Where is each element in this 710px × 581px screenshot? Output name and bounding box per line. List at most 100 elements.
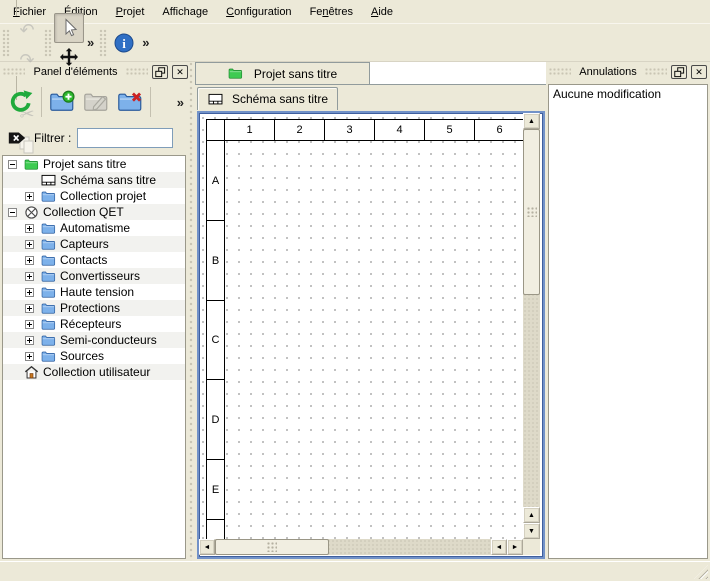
selection-icon bbox=[58, 17, 80, 39]
tree-item-label: Collection utilisateur bbox=[43, 365, 150, 379]
tree-expander-plus[interactable] bbox=[25, 272, 34, 281]
tree-expander-plus[interactable] bbox=[25, 304, 34, 313]
tree-expander-minus[interactable] bbox=[8, 208, 17, 217]
delete-category-button[interactable] bbox=[113, 85, 147, 119]
folder-icon bbox=[40, 188, 56, 204]
tree-item-capteurs[interactable]: Capteurs bbox=[3, 236, 185, 252]
qet-logo-icon bbox=[23, 204, 39, 220]
folder-icon bbox=[40, 220, 56, 236]
info-toolbar-drag-handle[interactable] bbox=[99, 29, 107, 57]
tree-expander-plus[interactable] bbox=[25, 192, 34, 201]
toolbar-separator bbox=[16, 0, 17, 16]
elements-panel-title: Panel d'éléments bbox=[29, 66, 121, 78]
tree-item-label: Collection QET bbox=[43, 205, 124, 219]
toolbar-separator bbox=[41, 87, 42, 117]
reload-collections-button[interactable] bbox=[4, 85, 38, 119]
scroll-left-button[interactable]: ◄ bbox=[199, 539, 215, 555]
dock-splitter[interactable] bbox=[187, 62, 195, 561]
tree-item-collection-qet[interactable]: Collection QET bbox=[3, 204, 185, 220]
close-panel-button[interactable]: ✕ bbox=[172, 65, 188, 79]
tree-item-semi-conducteurs[interactable]: Semi-conducteurs bbox=[3, 332, 185, 348]
tree-expander-plus[interactable] bbox=[25, 320, 34, 329]
panel-overflow-chevron-icon[interactable]: » bbox=[174, 95, 187, 110]
tools-toolbar-overflow-chevron-icon[interactable]: » bbox=[84, 35, 97, 50]
undo-panel-title: Annulations bbox=[575, 66, 641, 78]
menu-aide[interactable]: Aide bbox=[362, 2, 402, 22]
folder-icon bbox=[40, 316, 56, 332]
menu-configuration[interactable]: Configuration bbox=[217, 2, 300, 22]
info-toolbar-overflow-chevron-icon[interactable]: » bbox=[139, 35, 152, 50]
vertical-scroll-thumb[interactable] bbox=[523, 129, 540, 295]
refresh-icon bbox=[8, 89, 34, 115]
undo-button[interactable]: ↶ bbox=[12, 16, 42, 46]
tree-item-label: Convertisseurs bbox=[60, 269, 140, 283]
tree-expander-plus[interactable] bbox=[25, 336, 34, 345]
undo-history-item[interactable]: Aucune modification bbox=[549, 85, 707, 103]
tree-expander-plus[interactable] bbox=[25, 256, 34, 265]
tree-expander-plus[interactable] bbox=[25, 240, 34, 249]
tree-expander-plus[interactable] bbox=[25, 224, 34, 233]
close-panel-button[interactable]: ✕ bbox=[691, 65, 707, 79]
new-category-button[interactable] bbox=[45, 85, 79, 119]
elements-panel: Panel d'éléments ✕ » Filtrer : Projet sa… bbox=[0, 62, 191, 561]
undo-panel-titlebar[interactable]: Annulations ✕ bbox=[546, 62, 710, 82]
scroll-right-button[interactable]: ► bbox=[507, 539, 523, 555]
tools-toolbar-drag-handle[interactable] bbox=[44, 29, 52, 57]
schema-icon bbox=[40, 172, 56, 188]
tree-item-collection-utilisateur[interactable]: Collection utilisateur bbox=[3, 364, 185, 380]
tree-item-contacts[interactable]: Contacts bbox=[3, 252, 185, 268]
menu-bar: FichierÉditionProjetAffichageConfigurati… bbox=[0, 0, 710, 23]
elements-panel-titlebar[interactable]: Panel d'éléments ✕ bbox=[0, 62, 191, 82]
tree-item-re-cepteurs[interactable]: Récepteurs bbox=[3, 316, 185, 332]
info-blue-icon: i bbox=[113, 32, 135, 54]
toolbar: ↶↷✂✕↻i » i » bbox=[0, 23, 710, 62]
tree-item-label: Capteurs bbox=[60, 237, 109, 251]
toolbar-separator bbox=[150, 87, 151, 117]
folder-icon bbox=[40, 252, 56, 268]
float-panel-button[interactable] bbox=[671, 65, 687, 79]
tree-item-label: Haute tension bbox=[60, 285, 134, 299]
tree-item-label: Protections bbox=[60, 301, 120, 315]
menu-projet[interactable]: Projet bbox=[107, 2, 154, 22]
column-header-1: 1 bbox=[224, 119, 275, 141]
toolbar-drag-handle[interactable] bbox=[2, 29, 10, 57]
tree-item-haute-tension[interactable]: Haute tension bbox=[3, 284, 185, 300]
diagram-canvas[interactable]: 123456ABCDE bbox=[202, 116, 540, 554]
float-panel-button[interactable] bbox=[152, 65, 168, 79]
tree-item-collection-projet[interactable]: Collection projet bbox=[3, 188, 185, 204]
project-folder-icon bbox=[23, 156, 39, 172]
clear-filter-icon[interactable] bbox=[6, 127, 28, 149]
undo-history-list: Aucune modification bbox=[548, 84, 708, 559]
filter-input[interactable] bbox=[77, 128, 173, 148]
tree-expander-plus[interactable] bbox=[25, 352, 34, 361]
menu-fenetres[interactable]: Fenêtres bbox=[301, 2, 362, 22]
project-folder-icon bbox=[228, 66, 244, 82]
horizontal-scroll-thumb[interactable] bbox=[215, 539, 329, 555]
tree-expander-plus[interactable] bbox=[25, 288, 34, 297]
tree-expander-minus[interactable] bbox=[8, 160, 17, 169]
tree-item-label: Collection projet bbox=[60, 189, 146, 203]
window-resize-grip[interactable] bbox=[694, 565, 708, 579]
tree-item-sources[interactable]: Sources bbox=[3, 348, 185, 364]
scroll-down-button[interactable]: ▼ bbox=[523, 523, 540, 539]
tree-item-convertisseurs[interactable]: Convertisseurs bbox=[3, 268, 185, 284]
tree-item-label: Récepteurs bbox=[60, 317, 121, 331]
diagram-view: 123456ABCDE ▲ ▲ ▼ ◄ ◄ ► bbox=[197, 111, 545, 559]
tree-item-sche-ma-sans-titre[interactable]: Schéma sans titre bbox=[3, 172, 185, 188]
project-tab-bar: Projet sans titre bbox=[195, 62, 546, 85]
project-tab-label: Projet sans titre bbox=[254, 67, 337, 81]
folder-icon bbox=[40, 300, 56, 316]
tab-project[interactable]: Projet sans titre bbox=[195, 62, 370, 84]
menu-affichage[interactable]: Affichage bbox=[153, 2, 217, 22]
scroll-up-button-2[interactable]: ▲ bbox=[523, 507, 540, 523]
edit-category-button[interactable] bbox=[79, 85, 113, 119]
tree-item-projet-sans-titre[interactable]: Projet sans titre bbox=[3, 156, 185, 172]
scroll-left-button-2[interactable]: ◄ bbox=[491, 539, 507, 555]
project-properties-button[interactable]: i bbox=[109, 28, 139, 58]
tab-schema[interactable]: Schéma sans titre bbox=[197, 87, 338, 110]
dock-texture bbox=[3, 68, 25, 76]
scroll-up-button[interactable]: ▲ bbox=[523, 113, 540, 129]
selection-mode-button[interactable] bbox=[54, 13, 84, 43]
tree-item-protections[interactable]: Protections bbox=[3, 300, 185, 316]
tree-item-automatisme[interactable]: Automatisme bbox=[3, 220, 185, 236]
